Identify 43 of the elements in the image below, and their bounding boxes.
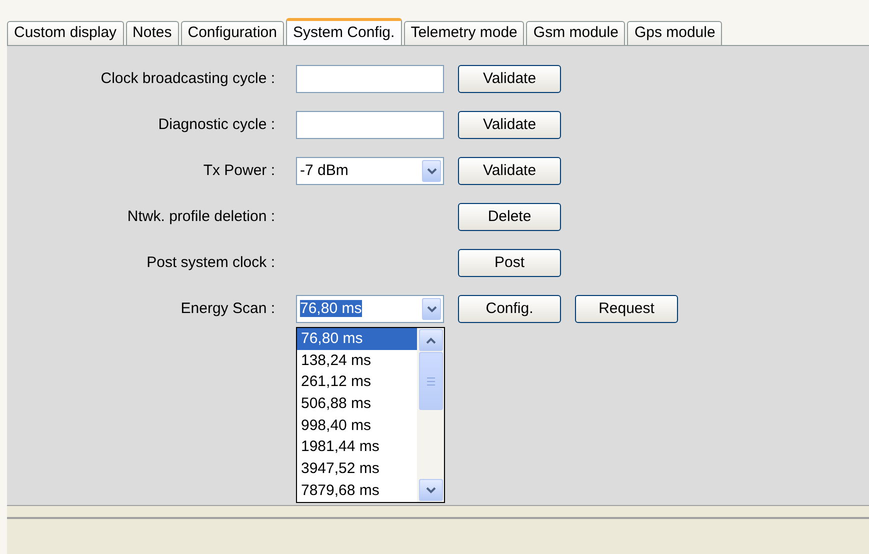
tab[interactable]: Notes [126,21,179,45]
dropdown-option[interactable]: 1981,44 ms [297,436,417,458]
scroll-down-button[interactable] [418,479,442,501]
field-label: Diagnostic cycle : [157,114,275,135]
dropdown-option[interactable]: 998,40 ms [297,414,417,436]
tab[interactable]: Gps module [627,21,722,45]
scrollbar[interactable] [417,328,444,502]
dropdown-option[interactable]: 76,80 ms [297,328,417,350]
field-label: Energy Scan : [180,298,275,319]
scroll-up-button[interactable] [418,329,442,351]
dropdown-arrow-button[interactable] [422,298,441,320]
field-label: Tx Power : [202,160,275,181]
action-button[interactable]: Post [458,249,561,277]
action-button[interactable]: Validate [458,111,561,139]
dropdown-option[interactable]: 7879,68 ms [297,480,417,502]
tab[interactable]: Custom display [7,21,124,45]
dropdown-field[interactable]: -7 dBm [296,157,444,185]
action-button[interactable]: Request [575,295,678,323]
action-button[interactable]: Config. [458,295,561,323]
dropdown-option[interactable]: 138,24 ms [297,350,417,372]
tab[interactable]: Telemetry mode [404,21,524,45]
field-label: Post system clock : [146,252,275,273]
tab[interactable]: Configuration [180,21,284,45]
action-button[interactable]: Validate [458,157,561,185]
dropdown-option[interactable]: 3947,52 ms [297,458,417,480]
tab[interactable]: System Config. [286,18,402,45]
chevron-down-icon [426,486,436,494]
dropdown-option[interactable]: 261,12 ms [297,371,417,394]
field-label: Clock broadcasting cycle : [100,68,275,89]
dropdown-field[interactable]: 76,80 ms [296,295,444,323]
chevron-down-icon [426,306,436,312]
tab[interactable]: Gsm module [526,21,626,45]
chevron-down-icon [426,168,436,174]
input-field[interactable] [296,65,444,93]
field-label: Ntwk. profile deletion : [126,206,275,227]
scroll-thumb[interactable] [418,352,442,410]
dropdown-arrow-button[interactable] [422,160,441,182]
input-field[interactable] [296,111,444,139]
dropdown-option[interactable]: 506,88 ms [297,393,417,415]
chevron-up-icon [426,336,436,344]
grip-icon [426,376,434,386]
action-button[interactable]: Delete [458,203,561,231]
action-button[interactable]: Validate [458,65,561,93]
